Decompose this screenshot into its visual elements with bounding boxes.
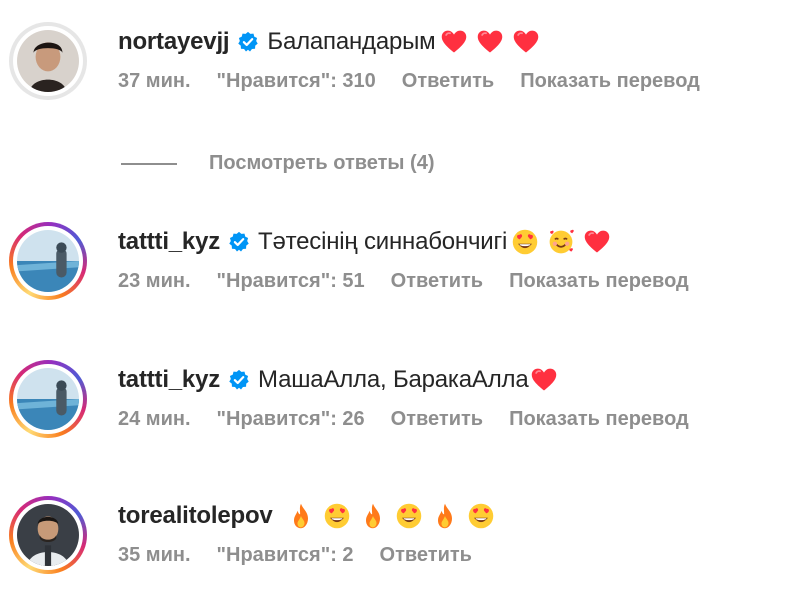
comment-time: 35 мин. <box>118 544 191 566</box>
comment-header: torealitolepov <box>118 496 495 536</box>
comment-text: Балапандарым <box>267 28 436 55</box>
replies-divider <box>121 162 177 165</box>
verified-badge-icon <box>237 31 259 53</box>
show-translation-button[interactable]: Показать перевод <box>509 408 689 431</box>
comment-header: tattti_kyz МашаАлла, БаракаАлла <box>118 360 558 400</box>
heart-eyes-emoji-icon <box>467 502 495 530</box>
avatar-image <box>17 368 79 430</box>
smiling-face-with-hearts-emoji-icon <box>547 228 575 256</box>
avatar-image <box>17 30 79 92</box>
heart-emoji-icon <box>512 28 540 56</box>
likes-count[interactable]: "Нравится": 310 <box>217 70 376 93</box>
reply-button[interactable]: Ответить <box>380 544 472 567</box>
heart-emoji-icon <box>583 228 611 256</box>
heart-emoji-icon <box>476 28 504 56</box>
avatar-image <box>17 504 79 566</box>
likes-count[interactable]: "Нравится": 51 <box>217 270 365 293</box>
view-replies-button[interactable]: Посмотреть ответы (4) <box>121 152 435 175</box>
view-replies-label: Посмотреть ответы (4) <box>209 152 435 174</box>
likes-count[interactable]: "Нравится": 2 <box>217 544 354 567</box>
comment-username[interactable]: tattti_kyz <box>118 366 220 394</box>
comment-meta: 23 мин. "Нравится": 51 Ответить Показать… <box>118 270 715 293</box>
comment-meta: 24 мин. "Нравится": 26 Ответить Показать… <box>118 408 715 431</box>
reply-button[interactable]: Ответить <box>402 70 494 93</box>
likes-count[interactable]: "Нравится": 26 <box>217 408 365 431</box>
avatar-ring <box>13 226 83 296</box>
comment-username[interactable]: nortayevjj <box>118 28 230 56</box>
avatar[interactable] <box>9 496 87 574</box>
heart-emoji-icon <box>440 28 468 56</box>
comment-username[interactable]: tattti_kyz <box>118 228 220 256</box>
comment-time: 24 мин. <box>118 408 191 430</box>
comment-header: tattti_kyz Тәтесінің синнабончигі <box>118 222 611 262</box>
verified-badge-icon <box>228 231 250 253</box>
comment-time: 23 мин. <box>118 270 191 292</box>
avatar[interactable] <box>9 22 87 100</box>
avatar[interactable] <box>9 360 87 438</box>
show-translation-button[interactable]: Показать перевод <box>520 70 700 93</box>
avatar-image <box>17 230 79 292</box>
fire-emoji-icon <box>431 502 459 530</box>
heart-eyes-emoji-icon <box>323 502 351 530</box>
verified-badge-icon <box>228 369 250 391</box>
show-translation-button[interactable]: Показать перевод <box>509 270 689 293</box>
reply-button[interactable]: Ответить <box>391 270 483 293</box>
avatar-ring <box>13 364 83 434</box>
heart-emoji-icon <box>530 366 558 394</box>
fire-emoji-icon <box>287 502 315 530</box>
avatar-ring <box>13 26 83 96</box>
comment-text: МашаАлла, БаракаАлла <box>258 366 529 393</box>
comment-text: Тәтесінің синнабончигі <box>258 228 508 255</box>
avatar[interactable] <box>9 222 87 300</box>
fire-emoji-icon <box>359 502 387 530</box>
comment-meta: 37 мин. "Нравится": 310 Ответить Показат… <box>118 70 726 93</box>
comment-header: nortayevjj Балапандарым <box>118 22 540 62</box>
avatar-ring <box>13 500 83 570</box>
reply-button[interactable]: Ответить <box>391 408 483 431</box>
heart-eyes-emoji-icon <box>511 228 539 256</box>
comment-time: 37 мин. <box>118 70 191 92</box>
heart-eyes-emoji-icon <box>395 502 423 530</box>
comment-username[interactable]: torealitolepov <box>118 502 273 530</box>
comment-meta: 35 мин. "Нравится": 2 Ответить <box>118 544 498 567</box>
